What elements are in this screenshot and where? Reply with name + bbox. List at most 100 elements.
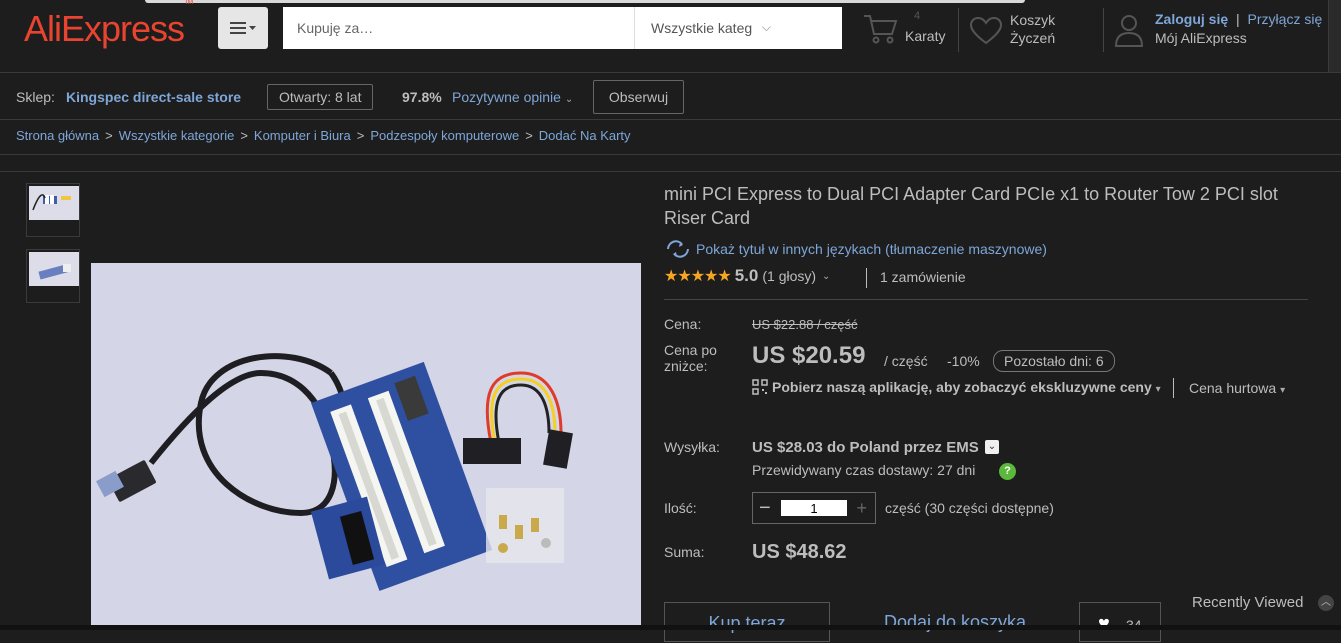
- logo-text: AliExpress: [24, 8, 185, 49]
- original-price: US $22.88 / część: [752, 317, 858, 332]
- user-icon: [1114, 12, 1144, 48]
- breadcrumb-sep: >: [356, 128, 365, 143]
- total-price: US $48.62: [752, 541, 847, 563]
- wholesale-price-dropdown[interactable]: Cena hurtowa ▾: [1189, 380, 1285, 396]
- breadcrumb-item[interactable]: Komputer i Biura: [254, 128, 351, 143]
- translate-icon: [667, 240, 689, 258]
- chevron-down-icon: ⌄: [822, 270, 831, 282]
- search-box: [280, 7, 634, 49]
- product-main-image[interactable]: [91, 263, 641, 630]
- product-title: mini PCI Express to Dual PCI Adapter Car…: [664, 184, 1278, 228]
- shipping-dropdown-icon[interactable]: ⌄: [985, 440, 999, 454]
- discount-price-label: Cena po zniżce:: [664, 342, 717, 374]
- rating-value: 5.0: [734, 266, 759, 285]
- heart-icon[interactable]: [969, 16, 1003, 46]
- my-aliexpress-link[interactable]: Mój AliExpress: [1155, 30, 1247, 46]
- breadcrumb: Strona główna > Wszystkie kategorie > Komput…: [16, 128, 631, 143]
- positive-feedback-dropdown[interactable]: Pozytywne opinie ⌄: [452, 89, 573, 105]
- breadcrumb-divider-line: [0, 154, 1341, 155]
- breadcrumb-item[interactable]: Wszystkie kategorie: [119, 128, 235, 143]
- breadcrumb-sep: >: [105, 128, 113, 143]
- header-divider-line: [0, 72, 1341, 73]
- translate-title-link[interactable]: Pokaż tytuł w innych językach (tłumaczen…: [664, 240, 1047, 258]
- chevron-down-icon: ⌵: [761, 20, 771, 34]
- shipping-value[interactable]: US $28.03 do Poland przez EMS: [752, 439, 979, 456]
- register-link[interactable]: Przyłącz się: [1248, 11, 1323, 27]
- rating-stars: ★★★★★: [664, 268, 732, 285]
- chevron-down-icon: ⌄: [564, 94, 574, 105]
- quantity-decrease-button[interactable]: −: [759, 497, 771, 519]
- info-divider-line: [664, 299, 1308, 300]
- price-unit: / część: [884, 353, 928, 369]
- app-promo-link[interactable]: Pobierz naszą aplikację, aby zobaczyć ek…: [752, 379, 1161, 395]
- gallery-thumbnail[interactable]: [26, 183, 80, 237]
- discount-percent: -10%: [947, 353, 980, 369]
- chevron-down-icon: ▾: [1155, 384, 1161, 395]
- wishlist-label-1: Koszyk: [1010, 12, 1056, 28]
- cart-label[interactable]: Karaty: [905, 28, 945, 44]
- breadcrumb-item[interactable]: Dodać Na Karty: [539, 128, 631, 143]
- days-left-badge: Pozostało dni: 6: [993, 350, 1115, 372]
- promo-divider: [1173, 378, 1174, 398]
- breadcrumb-item[interactable]: Podzespoły komputerowe: [370, 128, 519, 143]
- bottom-edge: [0, 625, 1341, 630]
- orders-count: 1 zamówienie: [880, 269, 966, 285]
- breadcrumb-sep: >: [240, 128, 248, 143]
- delivery-estimate: Przewidywany czas dostawy: 27 dni: [752, 462, 976, 478]
- thumbnail-image: [29, 186, 79, 220]
- cart-icon[interactable]: [861, 10, 901, 46]
- discount-label-line1: Cena po: [664, 342, 717, 358]
- current-price: US $20.59: [752, 342, 866, 369]
- recently-viewed-link[interactable]: Recently Viewed: [1192, 594, 1303, 611]
- breadcrumb-item[interactable]: Strona główna: [16, 128, 99, 143]
- category-select-label: Wszystkie kateg: [651, 20, 753, 36]
- search-button[interactable]: [787, 7, 842, 49]
- search-input[interactable]: [283, 7, 634, 49]
- price-label: Cena:: [664, 316, 702, 332]
- cart-count: 4: [914, 10, 921, 22]
- store-name-link[interactable]: Kingspec direct-sale store: [66, 89, 241, 105]
- wholesale-label: Cena hurtowa: [1189, 380, 1277, 396]
- app-promo-text: Pobierz naszą aplikację, aby zobaczyć ek…: [772, 379, 1152, 395]
- qr-code-icon: [752, 379, 768, 395]
- header-divider: [1103, 8, 1104, 52]
- quantity-stepper: − +: [752, 492, 876, 524]
- positive-feedback-label: Pozytywne opinie: [452, 89, 561, 105]
- add-to-wishlist-button[interactable]: ♥ 34: [1079, 602, 1161, 642]
- browser-edge: [145, 0, 1025, 3]
- follow-button[interactable]: Obserwuj: [593, 80, 684, 114]
- header-scrollbar[interactable]: [1328, 0, 1341, 72]
- login-link[interactable]: Zaloguj się: [1155, 11, 1228, 27]
- wishlist-link[interactable]: Koszyk Życzeń: [1010, 11, 1055, 47]
- breadcrumb-sep: >: [525, 128, 533, 143]
- help-icon[interactable]: ?: [999, 463, 1016, 480]
- header-divider: [958, 8, 959, 52]
- shipping-label: Wysyłka:: [664, 439, 720, 455]
- logo-tm: TM: [184, 0, 193, 6]
- store-divider-line: [0, 119, 1341, 120]
- quantity-availability: część (30 części dostępne): [885, 500, 1054, 516]
- login-separator: |: [1236, 11, 1240, 27]
- thumbnail-image: [29, 252, 79, 286]
- store-open-badge: Otwarty: 8 lat: [267, 84, 374, 110]
- categories-menu-button[interactable]: [218, 7, 268, 49]
- add-to-cart-button[interactable]: Dodaj do koszyka: [848, 602, 1062, 642]
- discount-label-line2: zniżce:: [664, 358, 708, 374]
- aliexpress-logo[interactable]: AliExpress TM: [24, 0, 193, 50]
- quantity-input[interactable]: [781, 500, 847, 516]
- chevron-down-icon: ▾: [1280, 385, 1286, 396]
- rating-orders-divider: [866, 268, 867, 288]
- chevron-up-icon[interactable]: ︿: [1318, 595, 1334, 611]
- category-select[interactable]: Wszystkie kateg ⌵: [634, 7, 787, 49]
- menu-icon: [230, 22, 256, 34]
- gallery-thumbnail[interactable]: [26, 249, 80, 303]
- translate-link-text: Pokaż tytuł w innych językach (tłumaczen…: [696, 241, 1047, 257]
- store-label: Sklep:: [16, 89, 55, 105]
- buy-now-button[interactable]: Kup teraz: [664, 602, 830, 642]
- wishlist-label-2: Życzeń: [1010, 30, 1056, 46]
- rating-votes: (1 głosy): [762, 268, 817, 284]
- quantity-increase-button[interactable]: +: [856, 498, 867, 518]
- rating-summary[interactable]: ★★★★★ 5.0 (1 głosy) ⌄: [664, 266, 830, 286]
- account-links: Zaloguj się | Przyłącz się: [1155, 11, 1322, 27]
- total-label: Suma:: [664, 544, 705, 560]
